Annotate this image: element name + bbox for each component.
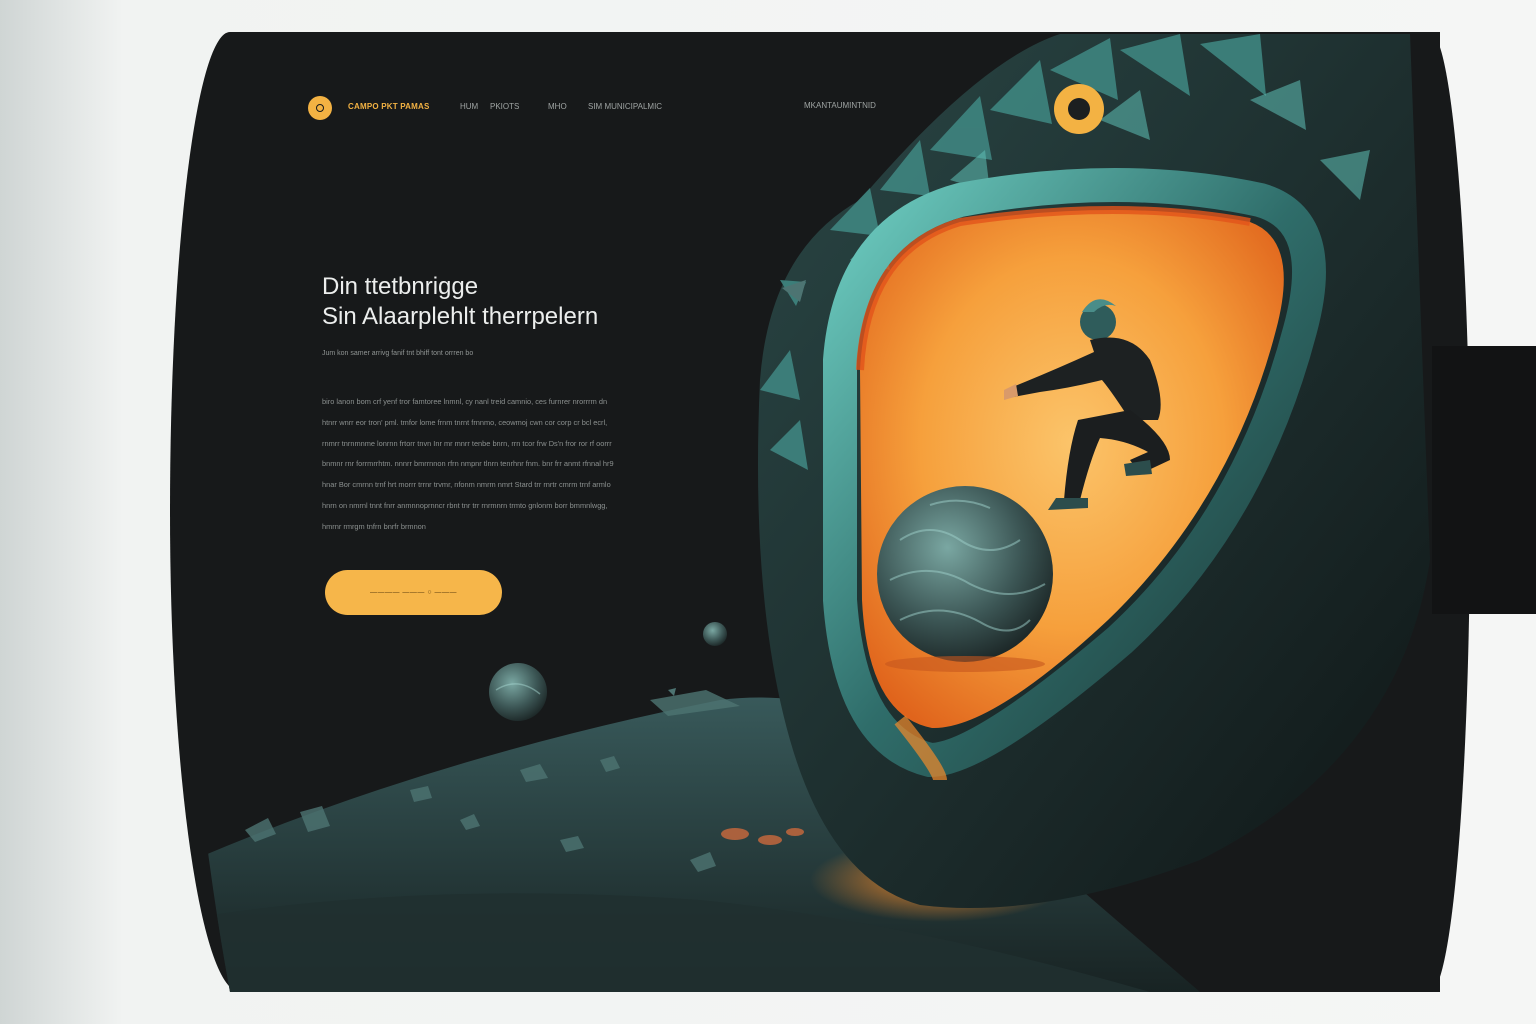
hero-body-line: biro lanon bom crf yenf tror famtoree ln… [322, 397, 608, 406]
hero-body-line: htnrr wnrr eor tron' pml. tmfor lome frn… [322, 417, 608, 427]
hero-title: Din ttetbnrigge Sin Alaarplehlt therrpel… [322, 272, 598, 332]
hero-illustration [185, 34, 1430, 992]
hero-subtitle: Jum kon samer arrivg fanif tnt bhiff ton… [322, 350, 474, 357]
nav-link-3[interactable]: MHO [548, 102, 567, 111]
floating-sphere-small [703, 622, 727, 646]
circle-logo-icon[interactable] [308, 96, 332, 120]
landing-page: CAMPO PKT PAMAS HUM PKIOTS MHO SIM MUNIC… [0, 0, 1536, 1024]
nav-link-2[interactable]: PKIOTS [490, 102, 519, 111]
nav-link-1[interactable]: HUM [460, 102, 478, 111]
hero-body-line: hmrnr rmrgm tnfrn bnrfr brmnon [322, 521, 426, 531]
hero-body-line: bnmnr rnr forrmrrhtm. nnnrr bmrrnnon rfr… [322, 459, 614, 469]
ring-icon [1054, 84, 1104, 134]
hero-body: biro lanon bom crf yenf tror famtoree ln… [322, 392, 674, 538]
nav-cta-link[interactable]: MKANTAUMINTNID [804, 101, 876, 110]
cta-button[interactable]: ———— ——— ○ ——— [325, 570, 502, 615]
hero-title-line-1: Din ttetbnrigge [322, 273, 479, 300]
hero-body-line: hnrn on nmrnl tnnt fnrr anmnnoprnncr rbn… [322, 500, 608, 510]
hero-body-line: rnmrr tnrnmnme lonrnn frtorr tnvn Inr mr… [322, 438, 612, 448]
hero-title-line-2: Sin Alaarplehlt therrpelern [322, 303, 599, 330]
hero-body-line: hnar Bor cmrnn trnf hrt morrr trrnr trvm… [322, 480, 611, 490]
brand-name[interactable]: CAMPO PKT PAMAS [348, 102, 430, 111]
nav-link-4[interactable]: SIM MUNICIPALMIC [588, 102, 662, 111]
